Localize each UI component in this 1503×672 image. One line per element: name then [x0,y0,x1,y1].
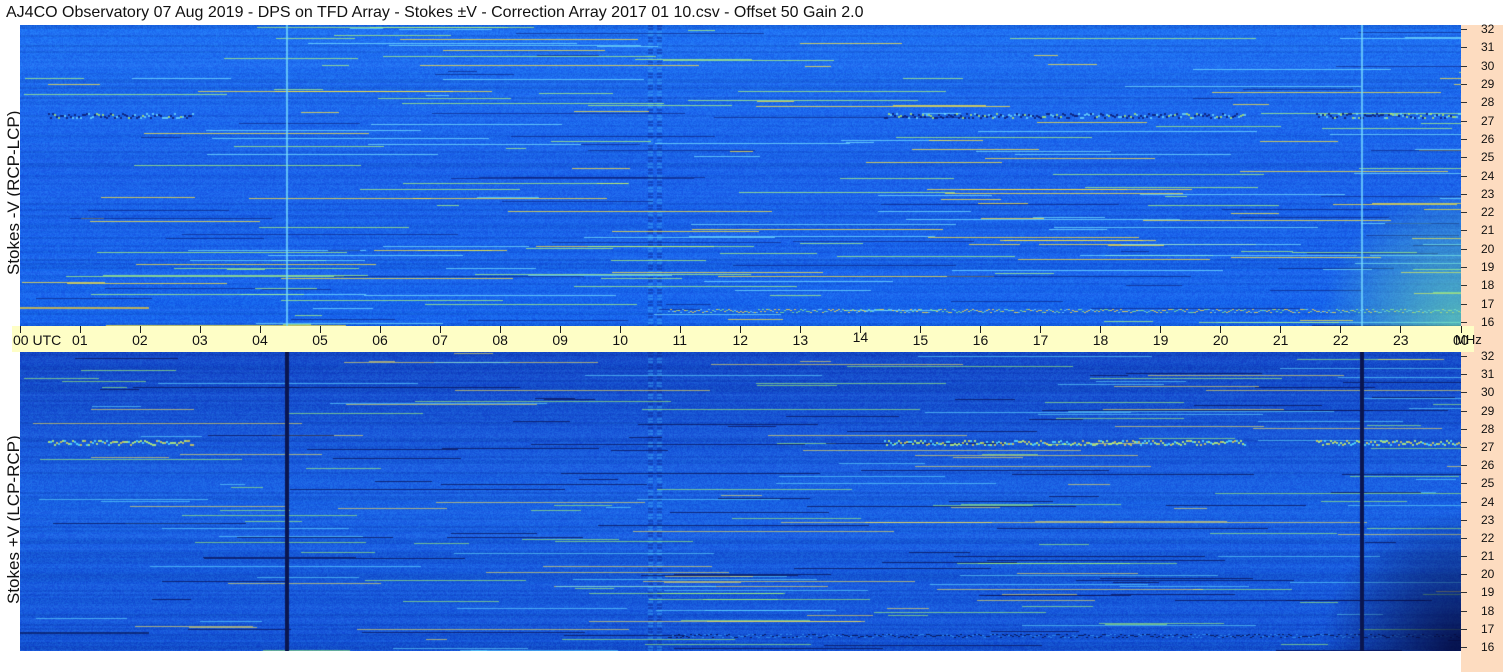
frequency-tick-mark [1461,628,1467,630]
frequency-tick-label: 30 [1481,385,1495,400]
time-tick-label: 22 [1332,332,1349,348]
frequency-tick-label: 17 [1481,621,1495,636]
time-tick-label: 03 [192,332,208,348]
time-tick-label: 17 [1032,332,1049,348]
frequency-tick-label: 24 [1481,494,1495,509]
frequency-tick-mark [1461,138,1467,140]
frequency-tick-mark [1461,120,1467,122]
frequency-tick-label: 18 [1481,278,1495,293]
frequency-tick-label: 24 [1481,168,1495,183]
frequency-tick-label: 21 [1481,549,1495,564]
time-tick-label: 00 UTC [13,332,62,348]
frequency-tick-mark [1461,610,1467,612]
time-tick-label: 12 [732,332,749,348]
frequency-tick-mark [1461,157,1467,159]
time-tick-label: 02 [132,332,148,348]
time-tick-label: 16 [972,332,989,348]
frequency-tick-label: 21 [1481,223,1495,238]
frequency-tick-mark [1461,501,1467,503]
frequency-tick-label: 20 [1481,241,1495,256]
time-tick-label: 14 [852,329,869,345]
frequency-tick-label: 22 [1481,530,1495,545]
frequency-tick-mark [1461,230,1467,232]
time-tick-label: 06 [372,332,388,348]
frequency-tick-mark [1461,285,1467,287]
frequency-tick-mark [1461,574,1467,576]
frequency-tick-mark [1461,356,1467,357]
frequency-tick-label: 23 [1481,512,1495,527]
frequency-tick-mark [1461,374,1467,376]
frequency-tick-label: 28 [1481,95,1495,110]
time-tick-label: 23 [1392,332,1409,348]
frequency-tick-mark [1461,303,1467,305]
frequency-tick-label: 32 [1481,22,1495,36]
frequency-tick-label: 16 [1481,315,1495,329]
frequency-tick-label: 16 [1481,640,1495,654]
time-tick-label: 13 [792,332,809,348]
frequency-tick-label: 19 [1481,585,1495,600]
frequency-tick-label: 23 [1481,186,1495,201]
frequency-tick-mark [1461,392,1467,394]
time-tick-label: 09 [552,332,568,348]
frequency-tick-label: 28 [1481,421,1495,436]
frequency-tick-mark [1461,83,1467,85]
frequency-tick-label: 22 [1481,205,1495,220]
time-tick-label: 08 [492,332,508,348]
frequency-unit-label: MHz [1455,332,1482,347]
frequency-tick-label: 27 [1481,113,1495,128]
frequency-tick-mark [1461,428,1467,430]
time-tick-label: 07 [432,332,448,348]
time-tick-label: 19 [1152,332,1169,348]
frequency-tick-mark [1461,592,1467,594]
time-tick-label: 21 [1272,332,1289,348]
frequency-tick-label: 25 [1481,476,1495,491]
frequency-tick-label: 27 [1481,439,1495,454]
top-spectrogram-canvas [20,25,1461,326]
frequency-tick-label: 31 [1481,40,1495,55]
frequency-tick-mark [1461,519,1467,521]
frequency-tick-mark [1461,647,1467,648]
time-tick-label: 05 [312,332,328,348]
frequency-tick-label: 19 [1481,260,1495,275]
time-tick-label: 18 [1092,332,1109,348]
frequency-tick-label: 17 [1481,296,1495,311]
frequency-tick-mark [1461,102,1467,104]
frequency-tick-label: 30 [1481,58,1495,73]
frequency-tick-label: 20 [1481,567,1495,582]
frequency-tick-mark [1461,537,1467,539]
frequency-tick-mark [1461,212,1467,214]
frequency-tick-label: 29 [1481,76,1495,91]
chart-title: AJ4CO Observatory 07 Aug 2019 - DPS on T… [6,4,864,21]
frequency-tick-mark [1461,193,1467,195]
frequency-tick-mark [1461,267,1467,269]
time-tick-label: 20 [1212,332,1229,348]
frequency-tick-mark [1461,446,1467,448]
bottom-spectrogram-panel [20,352,1461,651]
frequency-tick-label: 31 [1481,367,1495,382]
frequency-tick-mark [1461,465,1467,467]
frequency-tick-mark [1461,556,1467,558]
time-tick-label: 10 [612,332,628,348]
bottom-spectrogram-canvas [20,352,1461,651]
time-tick-label: 11 [672,332,687,348]
frequency-tick-mark [1461,47,1467,49]
time-tick-label: 04 [252,332,268,348]
frequency-tick-mark [1461,65,1467,67]
time-tick-label: 01 [72,332,88,348]
frequency-tick-mark [1461,322,1467,323]
frequency-tick-mark [1461,410,1467,412]
frequency-tick-mark [1461,483,1467,485]
frequency-tick-label: 32 [1481,349,1495,363]
frequency-tick-mark [1461,29,1467,30]
frequency-tick-label: 26 [1481,131,1495,146]
frequency-tick-label: 26 [1481,458,1495,473]
frequency-tick-label: 25 [1481,150,1495,165]
time-tick-label: 15 [912,332,929,348]
frequency-tick-mark [1461,248,1467,250]
frequency-tick-label: 18 [1481,603,1495,618]
top-spectrogram-panel [20,25,1461,326]
frequency-tick-mark [1461,175,1467,177]
frequency-tick-label: 29 [1481,403,1495,418]
